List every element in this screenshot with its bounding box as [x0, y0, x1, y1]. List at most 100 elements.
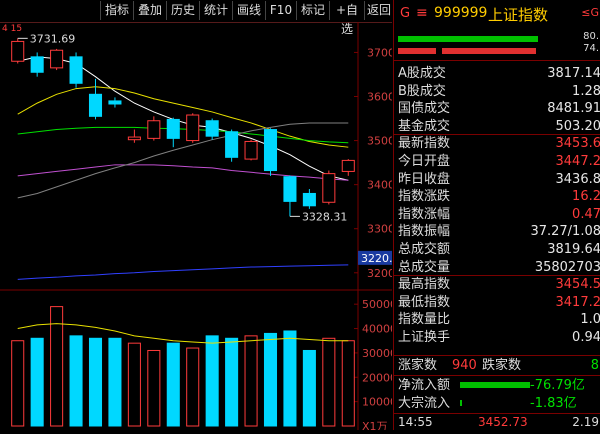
current-line-label: 3220.5 [361, 252, 392, 265]
volume-tick-label: 50000 [362, 298, 392, 311]
candle-body [187, 115, 199, 141]
quote-row-value: 0.47 [572, 206, 600, 223]
block-flow-row: 大宗流入 -1.83亿 [398, 395, 600, 412]
kline-chart[interactable]: 3700360035003400330032005000040000300002… [0, 22, 392, 430]
volume-bar [187, 348, 199, 426]
quote-row: 总成交量35802703 [398, 259, 600, 276]
stock-name: 上证指数 [488, 4, 548, 25]
quote-row-label: 指数涨跌 [398, 188, 450, 205]
candle-body [31, 57, 43, 72]
volume-bar [89, 338, 101, 426]
quote-row-label: 总成交额 [398, 241, 450, 258]
quote-row-label: B股成交 [398, 83, 446, 100]
indicator-button[interactable]: 指标 [100, 1, 133, 20]
block-flow-bar [460, 400, 462, 406]
quote-row-value: 3417.2 [556, 294, 600, 311]
quote-row: 指数涨跌16.2 [398, 188, 600, 205]
quote-panel: G ≡ 999999 上证指数 ≤G 80. 74. A股成交3817.14B股… [393, 0, 600, 430]
quote-row: 最低指数3417.2 [398, 294, 600, 311]
candle-body [245, 141, 257, 159]
volume-bar [245, 336, 257, 426]
quote-row-value: 8481.91 [547, 100, 600, 117]
quote-row: 总成交额 3819.64 [398, 241, 600, 258]
quote-row-label: 最新指数 [398, 135, 450, 152]
candle-body [323, 174, 335, 203]
chart-toolbar: 指标 叠加 历史 统计 画线 F10 标记 +自选 返回 [0, 0, 392, 23]
quote-row-value: 3436.8 [556, 171, 600, 188]
history-button[interactable]: 历史 [166, 1, 199, 20]
quote-row-value: 0.94 [572, 329, 600, 346]
candle-body [109, 101, 121, 104]
candle-body [206, 121, 218, 136]
quote-row-label: 指数量比 [398, 311, 450, 328]
quote-row-value: 35802703 [535, 259, 600, 276]
quote-row: B股成交1.28 [398, 83, 600, 100]
f10-button[interactable]: F10 [265, 1, 296, 20]
bar-red-1 [398, 48, 436, 54]
volume-bar [12, 341, 24, 426]
tick-time: 14:55 [398, 414, 433, 431]
quote-row-label: A股成交 [398, 65, 446, 82]
ma30-line [18, 165, 349, 180]
candle-body [226, 132, 238, 158]
bar-green [398, 36, 538, 42]
volume-bar [284, 331, 296, 426]
add-watchlist-button[interactable]: +自选 [329, 1, 364, 20]
tick-price: 3452.73 [478, 414, 528, 431]
volume-bar [109, 338, 121, 426]
bar-red-value: 74. [583, 43, 599, 54]
netflow-value: -76.79亿 [530, 377, 585, 394]
volume-bar [226, 338, 238, 426]
overlay-button[interactable]: 叠加 [133, 1, 166, 20]
stock-code: 999999 [434, 5, 487, 21]
quote-row: 国债成交 8481.91 [398, 100, 600, 117]
quote-row-label: 最高指数 [398, 276, 450, 293]
quote-row: 最高指数3454.5 [398, 276, 600, 293]
quote-row-value: 37.27/1.08 [530, 223, 600, 240]
draw-line-button[interactable]: 画线 [232, 1, 265, 20]
quote-row: 上证换手0.94 [398, 329, 600, 346]
chart-area[interactable]: 3700360035003400330032005000040000300002… [0, 22, 392, 430]
quote-row: 基金成交503.20 [398, 118, 600, 135]
back-button[interactable]: 返回 [364, 1, 393, 20]
netflow-label: 净流入额 [398, 377, 450, 394]
volume-tick-label: 10000 [362, 396, 392, 409]
statistics-button[interactable]: 统计 [199, 1, 232, 20]
quote-row: 最新指数3453.6 [398, 135, 600, 152]
mark-button[interactable]: 标记 [296, 1, 329, 20]
volume-tick-label: 40000 [362, 323, 392, 336]
panel-code-prefix: G [400, 6, 410, 21]
candle-body [303, 193, 315, 205]
quote-row-label: 昨日收盘 [398, 171, 450, 188]
panel-divider-top [394, 60, 600, 61]
volume-ma-line [18, 324, 349, 343]
candle-body [128, 137, 140, 140]
volume-bar [206, 336, 218, 426]
volume-bar [148, 350, 160, 426]
fall-label: 跌家数 [482, 357, 521, 374]
ma10-line [18, 87, 349, 147]
menu-icon[interactable]: ≡ [416, 5, 428, 21]
volume-bar [323, 338, 335, 426]
panel-divider-flow [394, 375, 600, 376]
volume-unit-label: X1万 [362, 420, 388, 430]
quote-row-value: 1.0 [580, 311, 600, 328]
ma_long-line [18, 265, 349, 280]
quote-row-label: 国债成交 [398, 100, 450, 117]
tick-volume: 2.19 [572, 414, 599, 431]
quote-row-value: 3819.64 [547, 241, 600, 258]
fall-value: 8 [591, 357, 599, 374]
volume-tick-label: 20000 [362, 371, 392, 384]
quote-row: 昨日收盘 3436.8 [398, 171, 600, 188]
quote-row-label: 今日开盘 [398, 153, 450, 170]
quote-row-label: 基金成交 [398, 118, 450, 135]
ma5-line [18, 57, 349, 180]
volume-bar [303, 350, 315, 426]
indicator-label: 4 15 [2, 24, 22, 34]
quote-row-label: 指数振幅 [398, 223, 450, 240]
volume-bar [342, 341, 354, 426]
candle-body [70, 57, 82, 83]
bar-red-2 [442, 48, 536, 54]
quote-row-label: 指数涨幅 [398, 206, 450, 223]
quote-row-value: 3817.14 [547, 65, 600, 82]
